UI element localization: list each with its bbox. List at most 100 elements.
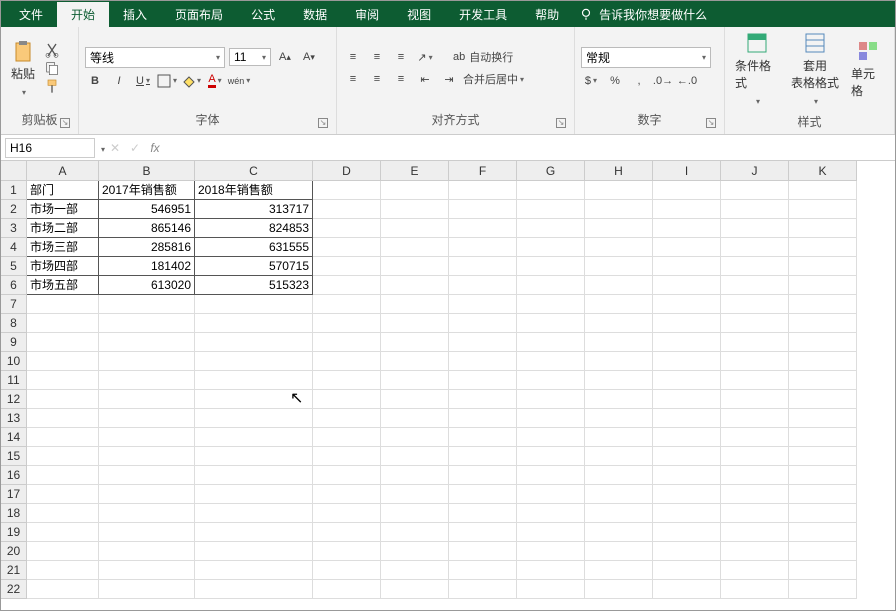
- cell[interactable]: [721, 238, 789, 257]
- col-header[interactable]: J: [721, 161, 789, 181]
- cell[interactable]: [27, 447, 99, 466]
- decrease-font-icon[interactable]: A▾: [299, 48, 319, 66]
- cell[interactable]: [721, 390, 789, 409]
- cell[interactable]: [313, 580, 381, 599]
- cell[interactable]: [449, 504, 517, 523]
- align-top-icon[interactable]: ≡: [343, 48, 363, 66]
- cell[interactable]: [653, 371, 721, 390]
- cell[interactable]: [27, 371, 99, 390]
- tell-me[interactable]: 告诉我你想要做什么: [579, 6, 707, 23]
- cell[interactable]: [789, 428, 857, 447]
- cell[interactable]: 2018年销售额: [195, 181, 313, 200]
- cell[interactable]: [653, 580, 721, 599]
- cell[interactable]: [721, 580, 789, 599]
- orientation-icon[interactable]: ↗: [415, 48, 435, 66]
- cell[interactable]: [27, 295, 99, 314]
- cell[interactable]: [789, 200, 857, 219]
- cell[interactable]: [585, 200, 653, 219]
- cell[interactable]: [381, 314, 449, 333]
- cell[interactable]: [789, 295, 857, 314]
- cell[interactable]: [585, 504, 653, 523]
- cell[interactable]: [653, 409, 721, 428]
- row-header[interactable]: 19: [1, 523, 27, 542]
- row-header[interactable]: 21: [1, 561, 27, 580]
- cell[interactable]: [381, 257, 449, 276]
- col-header[interactable]: G: [517, 161, 585, 181]
- cell[interactable]: [517, 276, 585, 295]
- cell[interactable]: [449, 542, 517, 561]
- cell[interactable]: 613020: [99, 276, 195, 295]
- col-header[interactable]: B: [99, 161, 195, 181]
- border-button[interactable]: [157, 72, 177, 90]
- cell[interactable]: 631555: [195, 238, 313, 257]
- row-header[interactable]: 13: [1, 409, 27, 428]
- font-size-select[interactable]: 11: [229, 48, 271, 66]
- menu-tab-5[interactable]: 数据: [289, 2, 341, 27]
- menu-tab-7[interactable]: 视图: [393, 2, 445, 27]
- cell[interactable]: [517, 390, 585, 409]
- cell[interactable]: [517, 466, 585, 485]
- row-header[interactable]: 6: [1, 276, 27, 295]
- cell[interactable]: [585, 523, 653, 542]
- cell[interactable]: [789, 352, 857, 371]
- fill-color-button[interactable]: [181, 72, 201, 90]
- row-header[interactable]: 10: [1, 352, 27, 371]
- cell[interactable]: [653, 447, 721, 466]
- cell[interactable]: [585, 561, 653, 580]
- cell[interactable]: [721, 523, 789, 542]
- cell[interactable]: [195, 390, 313, 409]
- cell[interactable]: [789, 485, 857, 504]
- cell[interactable]: [653, 428, 721, 447]
- cell[interactable]: [585, 257, 653, 276]
- cell[interactable]: [789, 181, 857, 200]
- cell[interactable]: [99, 390, 195, 409]
- cell[interactable]: [517, 485, 585, 504]
- conditional-format-button[interactable]: 条件格式: [731, 29, 783, 109]
- cell[interactable]: [313, 485, 381, 504]
- cell[interactable]: [517, 333, 585, 352]
- cell[interactable]: 824853: [195, 219, 313, 238]
- cell[interactable]: [195, 333, 313, 352]
- cell[interactable]: [585, 580, 653, 599]
- cell[interactable]: [789, 371, 857, 390]
- row-header[interactable]: 18: [1, 504, 27, 523]
- cell[interactable]: 313717: [195, 200, 313, 219]
- cell[interactable]: [99, 542, 195, 561]
- cell[interactable]: [653, 352, 721, 371]
- menu-tab-1[interactable]: 开始: [57, 2, 109, 27]
- select-all-corner[interactable]: [1, 161, 27, 181]
- dialog-launcher-icon[interactable]: ↘: [556, 118, 566, 128]
- cell[interactable]: [449, 333, 517, 352]
- cell[interactable]: [789, 542, 857, 561]
- cell[interactable]: [27, 333, 99, 352]
- cell[interactable]: [721, 257, 789, 276]
- wrap-text-button[interactable]: ab自动换行: [453, 48, 513, 66]
- row-header[interactable]: 7: [1, 295, 27, 314]
- cell[interactable]: [27, 561, 99, 580]
- menu-tab-8[interactable]: 开发工具: [445, 2, 521, 27]
- cell[interactable]: [381, 295, 449, 314]
- increase-font-icon[interactable]: A▴: [275, 48, 295, 66]
- cell[interactable]: [99, 466, 195, 485]
- cell[interactable]: [653, 219, 721, 238]
- cell[interactable]: [195, 409, 313, 428]
- cell[interactable]: [381, 561, 449, 580]
- cell[interactable]: [449, 428, 517, 447]
- cell[interactable]: 285816: [99, 238, 195, 257]
- align-right-icon[interactable]: ≡: [391, 70, 411, 88]
- cell[interactable]: [313, 447, 381, 466]
- cell[interactable]: [653, 504, 721, 523]
- cell[interactable]: [789, 447, 857, 466]
- cell[interactable]: [99, 485, 195, 504]
- cell[interactable]: [313, 390, 381, 409]
- cell[interactable]: [789, 276, 857, 295]
- cell[interactable]: [721, 276, 789, 295]
- merge-center-button[interactable]: 合并后居中: [463, 70, 524, 88]
- cell[interactable]: [517, 257, 585, 276]
- cell[interactable]: [721, 485, 789, 504]
- row-header[interactable]: 2: [1, 200, 27, 219]
- cell[interactable]: [653, 181, 721, 200]
- phonetic-button[interactable]: wén: [229, 72, 249, 90]
- align-middle-icon[interactable]: ≡: [367, 48, 387, 66]
- percent-icon[interactable]: %: [605, 72, 625, 90]
